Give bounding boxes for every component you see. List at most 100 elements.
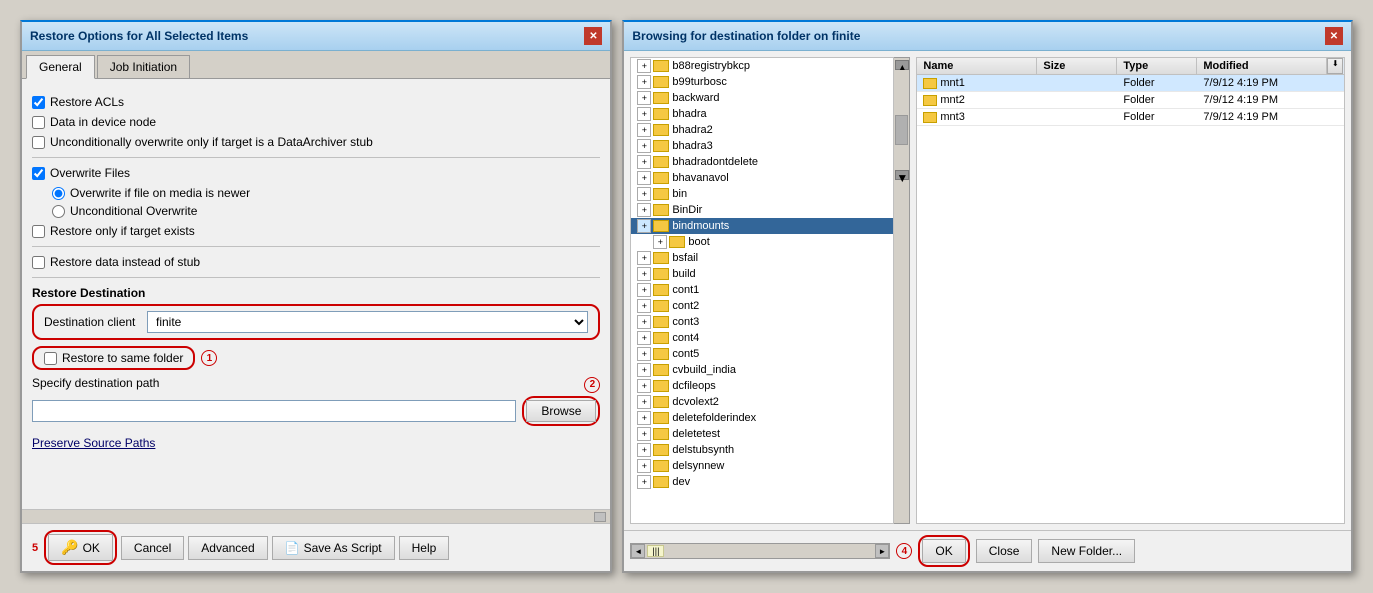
tab-general[interactable]: General	[26, 55, 95, 79]
tree-item[interactable]: +deletetest	[631, 426, 893, 442]
preserve-source-paths-link[interactable]: Preserve Source Paths	[32, 436, 600, 450]
detail-cell-size	[1037, 75, 1117, 91]
tree-item[interactable]: +backward	[631, 90, 893, 106]
tree-item[interactable]: +dcfileops	[631, 378, 893, 394]
tree-item[interactable]: +bhadra2	[631, 122, 893, 138]
tree-item[interactable]: +BinDir	[631, 202, 893, 218]
restore-data-stub-checkbox[interactable]	[32, 256, 45, 269]
restore-same-folder-checkbox[interactable]	[44, 352, 57, 365]
overwrite-files-checkbox[interactable]	[32, 167, 45, 180]
tree-item[interactable]: +delstubsynth	[631, 442, 893, 458]
save-as-script-button[interactable]: 📄 Save As Script	[272, 536, 395, 560]
detail-row[interactable]: mnt3Folder7/9/12 4:19 PM	[917, 109, 1344, 126]
overwrite-files-label: Overwrite Files	[50, 166, 130, 180]
folder-icon	[653, 268, 669, 280]
cancel-button[interactable]: Cancel	[121, 536, 184, 560]
tree-item[interactable]: +bhavanavol	[631, 170, 893, 186]
tree-item[interactable]: +bhadradontdelete	[631, 154, 893, 170]
tree-item[interactable]: +cvbuild_india	[631, 362, 893, 378]
hscroll-left[interactable]: ◄	[631, 544, 645, 558]
tab-job-initiation[interactable]: Job Initiation	[97, 55, 190, 78]
col-header-name[interactable]: Name	[917, 58, 1037, 74]
col-header-type[interactable]: Type	[1117, 58, 1197, 74]
detail-sort-icon[interactable]: ⬇	[1327, 58, 1343, 74]
help-button[interactable]: Help	[399, 536, 450, 560]
right-ok-button[interactable]: OK	[922, 539, 965, 563]
folder-icon	[653, 460, 669, 472]
detail-cell-modified: 7/9/12 4:19 PM	[1197, 92, 1327, 108]
browse-btn-wrapper: Browse	[522, 396, 600, 426]
restore-if-target-checkbox[interactable]	[32, 225, 45, 238]
folder-icon	[653, 332, 669, 344]
tree-item[interactable]: +bhadra	[631, 106, 893, 122]
overwrite-newer-radio[interactable]	[52, 187, 65, 200]
annotation-4: 4	[896, 543, 912, 559]
destination-client-select[interactable]: finite	[147, 311, 588, 333]
restore-if-target-row: Restore only if target exists	[32, 224, 600, 238]
tree-item-label: BinDir	[672, 204, 702, 216]
tree-item[interactable]: +build	[631, 266, 893, 282]
tree-item[interactable]: +b88registrybkcp	[631, 58, 893, 74]
tree-item[interactable]: +bhadra3	[631, 138, 893, 154]
tree-item[interactable]: +dcvolext2	[631, 394, 893, 410]
folder-icon	[653, 172, 669, 184]
tree-item[interactable]: +bsfail	[631, 250, 893, 266]
col-header-modified[interactable]: Modified	[1197, 58, 1327, 74]
tree-item[interactable]: +cont5	[631, 346, 893, 362]
data-device-node-row: Data in device node	[32, 115, 600, 129]
tree-item[interactable]: +cont4	[631, 330, 893, 346]
separator-3	[32, 277, 600, 278]
browse-button[interactable]: Browse	[526, 400, 596, 422]
right-dialog-title: Browsing for destination folder on finit…	[632, 29, 860, 43]
folder-icon	[653, 364, 669, 376]
new-folder-button[interactable]: New Folder...	[1038, 539, 1135, 563]
tree-item-label: cont2	[672, 300, 699, 312]
tree-scrollbar[interactable]: ▲ ▼	[894, 57, 910, 524]
tree-item[interactable]: +dev	[631, 474, 893, 490]
tree-item[interactable]: +bin	[631, 186, 893, 202]
tree-item[interactable]: +boot	[631, 234, 893, 250]
detail-cell-name: mnt3	[917, 109, 1037, 125]
horizontal-scroll[interactable]: ◄ ||| ►	[630, 543, 890, 559]
scroll-down-btn[interactable]: ▼	[895, 170, 909, 180]
tree-item[interactable]: +cont3	[631, 314, 893, 330]
ok-button-wrapper: 🔑 OK	[44, 530, 117, 565]
overwrite-newer-label: Overwrite if file on media is newer	[70, 186, 250, 200]
scroll-up-btn[interactable]: ▲	[895, 60, 909, 70]
unconditional-overwrite-stub-checkbox[interactable]	[32, 136, 45, 149]
tree-item-label: bindmounts	[672, 220, 729, 232]
tree-item[interactable]: +delsynnew	[631, 458, 893, 474]
dialog-buttons: 5 🔑 OK Cancel Advanced 📄 Save As Script …	[22, 523, 610, 571]
detail-row[interactable]: mnt2Folder7/9/12 4:19 PM	[917, 92, 1344, 109]
overwrite-radio-group: Overwrite if file on media is newer Unco…	[52, 186, 600, 218]
tree-item[interactable]: +deletefolderindex	[631, 410, 893, 426]
col-header-size[interactable]: Size	[1037, 58, 1117, 74]
detail-row[interactable]: mnt1Folder7/9/12 4:19 PM	[917, 75, 1344, 92]
folder-tree[interactable]: +b88registrybkcp+b99turbosc+backward+bha…	[630, 57, 894, 524]
right-close-button[interactable]: ✕	[1325, 27, 1343, 45]
left-close-button[interactable]: ✕	[584, 27, 602, 45]
ok-button[interactable]: 🔑 OK	[48, 534, 113, 561]
tree-item[interactable]: +cont2	[631, 298, 893, 314]
tree-item[interactable]: +bindmounts	[631, 218, 893, 234]
save-as-script-label: Save As Script	[304, 541, 382, 555]
scroll-thumb[interactable]	[895, 115, 908, 145]
tree-item[interactable]: +cont1	[631, 282, 893, 298]
annotation-2: 2	[584, 377, 600, 393]
advanced-button[interactable]: Advanced	[188, 536, 267, 560]
hscroll-right[interactable]: ►	[875, 544, 889, 558]
tree-item-label: cvbuild_india	[672, 364, 736, 376]
annotation-5: 5	[32, 542, 38, 554]
unconditional-overwrite-radio[interactable]	[52, 205, 65, 218]
save-script-icon: 📄	[285, 541, 300, 555]
destination-path-input[interactable]	[32, 400, 516, 422]
tree-item[interactable]: +b99turbosc	[631, 74, 893, 90]
right-ok-wrapper: OK	[918, 535, 969, 567]
restore-if-target-label: Restore only if target exists	[50, 224, 195, 238]
unconditional-overwrite-stub-label: Unconditionally overwrite only if target…	[50, 135, 373, 149]
right-close-button-bar[interactable]: Close	[976, 539, 1033, 563]
tree-item-label: boot	[688, 236, 709, 248]
restore-acls-checkbox[interactable]	[32, 96, 45, 109]
folder-icon	[653, 108, 669, 120]
data-device-node-checkbox[interactable]	[32, 116, 45, 129]
